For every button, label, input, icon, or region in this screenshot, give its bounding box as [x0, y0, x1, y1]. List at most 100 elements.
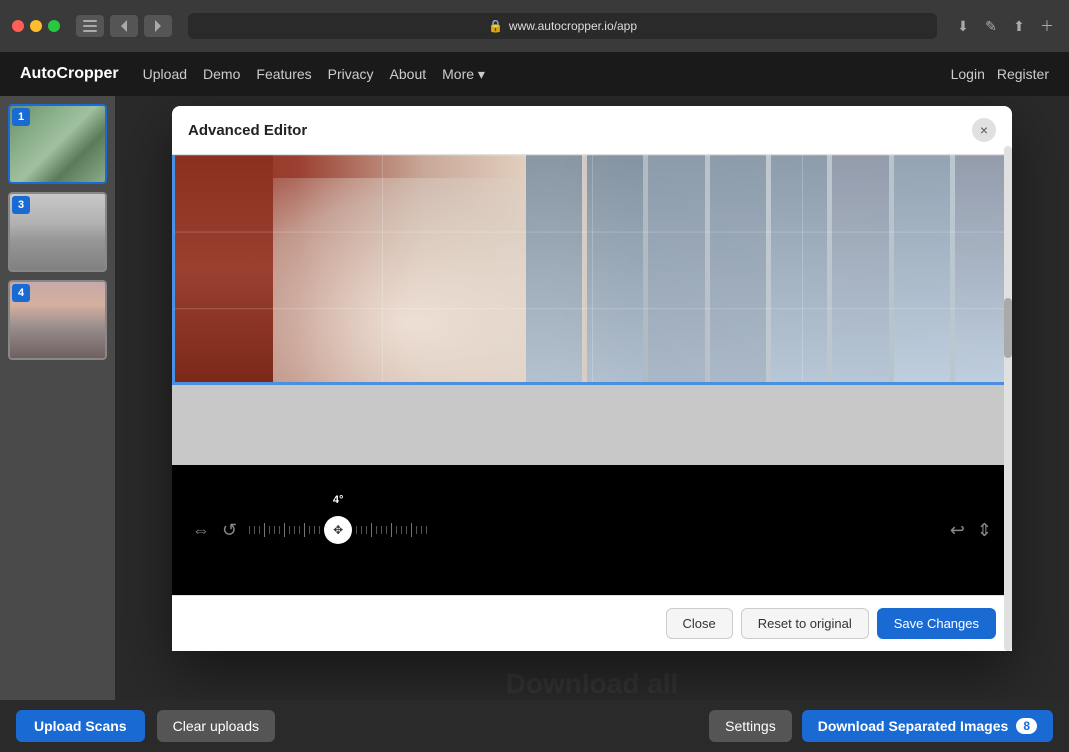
editor-gray-area [172, 385, 1012, 465]
tick [319, 526, 320, 534]
address-bar[interactable]: 🔒 www.autocropper.io/app [188, 13, 937, 39]
browser-controls [76, 15, 172, 37]
reset-button[interactable]: Reset to original [741, 608, 869, 639]
modal-backdrop: Advanced Editor × [115, 96, 1069, 700]
navbar: AutoCropper Upload Demo Features Privacy… [0, 52, 1069, 96]
nav-more[interactable]: More ▾ [442, 66, 485, 83]
tick [376, 526, 377, 534]
tick [386, 526, 387, 534]
modal-title: Advanced Editor [188, 122, 307, 139]
tick [401, 526, 402, 534]
content-area: Download all Advanced Editor × [115, 96, 1069, 700]
sidebar-item-4[interactable]: 4 [8, 280, 107, 360]
clear-uploads-button[interactable]: Clear uploads [157, 710, 275, 742]
url-text: www.autocropper.io/app [509, 19, 637, 33]
close-button[interactable]: Close [666, 608, 733, 639]
tick [381, 526, 382, 534]
tick [421, 526, 422, 534]
upload-scans-button[interactable]: Upload Scans [16, 710, 145, 742]
thumb-grab-icon: ✥ [333, 523, 343, 537]
fullscreen-traffic-light[interactable] [48, 20, 60, 32]
tick [361, 526, 362, 534]
nav-features[interactable]: Features [256, 66, 311, 82]
nav-demo[interactable]: Demo [203, 66, 240, 82]
nav-upload[interactable]: Upload [143, 66, 187, 82]
bottom-bar: Upload Scans Clear uploads Settings Down… [0, 700, 1069, 752]
nav-login[interactable]: Login [951, 66, 985, 82]
tick [416, 526, 417, 534]
sidebar-item-1[interactable]: 1 [8, 104, 107, 184]
advanced-editor-modal: Advanced Editor × [172, 106, 1012, 651]
tick-major [264, 523, 265, 537]
tick [426, 526, 427, 534]
flip-vertical-icon[interactable]: ⇕ [977, 520, 992, 541]
tick [299, 526, 300, 534]
download-separated-images-button[interactable]: Download Separated Images 8 [802, 710, 1053, 742]
download-label-text: Download Separated Images [818, 718, 1009, 734]
modal-scrollbar[interactable] [1004, 155, 1012, 595]
degree-label: 4° [333, 494, 344, 506]
tick [396, 526, 397, 534]
tick [294, 526, 295, 534]
tick-major [391, 523, 392, 537]
grid-overlay [172, 155, 1012, 385]
download-badge: 8 [1016, 718, 1037, 734]
sidebar-toggle[interactable] [76, 15, 104, 37]
minimize-traffic-light[interactable] [30, 20, 42, 32]
tick [314, 526, 315, 534]
download-icon[interactable]: ⬇ [953, 16, 973, 36]
tick [269, 526, 270, 534]
tick [356, 526, 357, 534]
nav-register[interactable]: Register [997, 66, 1049, 82]
tick-major [411, 523, 412, 537]
settings-button[interactable]: Settings [709, 710, 792, 742]
forward-button[interactable] [144, 15, 172, 37]
tick [309, 526, 310, 534]
navbar-links: Upload Demo Features Privacy About More … [143, 66, 485, 83]
traffic-lights [12, 20, 60, 32]
tick [366, 526, 367, 534]
rotate-icon[interactable]: ↺ [222, 520, 237, 541]
rotation-ticks: ✥ 4° [249, 516, 938, 544]
rotation-thumb[interactable]: ✥ 4° [324, 516, 352, 544]
tick [289, 526, 290, 534]
browser-chrome: 🔒 www.autocropper.io/app ⬇ ✎ ⬆ ＋ [0, 0, 1069, 52]
brand-name[interactable]: AutoCropper [20, 65, 119, 83]
lock-icon: 🔒 [488, 19, 503, 33]
save-changes-button[interactable]: Save Changes [877, 608, 996, 639]
tick [249, 526, 250, 534]
nav-privacy[interactable]: Privacy [328, 66, 374, 82]
close-modal-button[interactable]: × [972, 118, 996, 142]
crop-border-left[interactable] [172, 155, 175, 385]
close-traffic-light[interactable] [12, 20, 24, 32]
editor-image-area: ⇔ ↺ [172, 155, 1012, 595]
rotation-area: ⇔ ↺ [172, 465, 1012, 595]
sidebar-item-num-3: 3 [12, 196, 30, 214]
undo-icon[interactable]: ↩ [950, 520, 965, 541]
sidebar: 1 3 4 [0, 96, 115, 700]
sidebar-item-3[interactable]: 3 [8, 192, 107, 272]
new-tab-icon[interactable]: ＋ [1037, 16, 1057, 36]
sidebar-item-num-1: 1 [12, 108, 30, 126]
modal-footer: Close Reset to original Save Changes [172, 595, 1012, 651]
modal-body: ⇔ ↺ [172, 155, 1012, 595]
tick-major [284, 523, 285, 537]
tick [254, 526, 255, 534]
tick [259, 526, 260, 534]
nav-about[interactable]: About [390, 66, 427, 82]
modal-header: Advanced Editor × [172, 106, 1012, 155]
rotation-slider[interactable]: ✥ 4° [249, 516, 938, 544]
flip-horizontal-icon[interactable]: ⇔ [192, 520, 210, 541]
back-button[interactable] [110, 15, 138, 37]
bottom-bar-right: Settings Download Separated Images 8 [709, 710, 1053, 742]
navbar-right: Login Register [951, 66, 1049, 82]
tick-major [304, 523, 305, 537]
crop-border-bottom[interactable] [172, 382, 1012, 385]
tick [274, 526, 275, 534]
sidebar-item-num-4: 4 [12, 284, 30, 302]
tick [406, 526, 407, 534]
share-icon[interactable]: ⬆ [1009, 16, 1029, 36]
edit-icon[interactable]: ✎ [981, 16, 1001, 36]
modal-scrollbar-thumb[interactable] [1004, 298, 1012, 358]
cropped-image[interactable] [172, 155, 1012, 385]
